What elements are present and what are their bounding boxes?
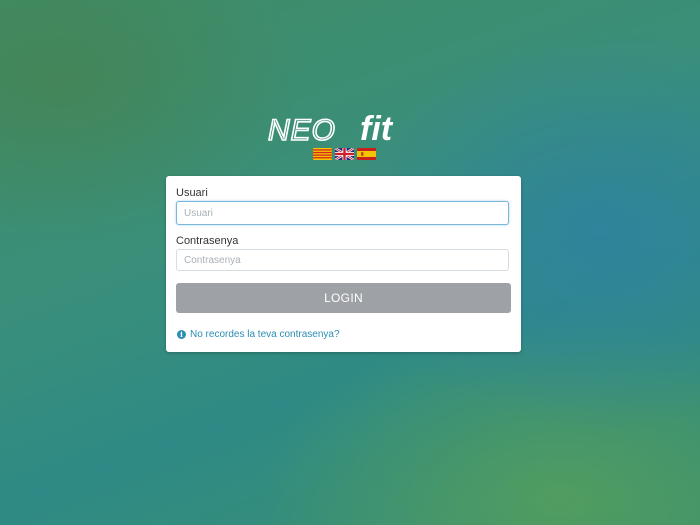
username-input[interactable] <box>176 201 509 225</box>
password-input[interactable] <box>176 249 509 271</box>
login-card: Usuari Contrasenya LOGIN i No recordes l… <box>166 176 521 352</box>
neofit-logo: NEO fit <box>267 110 394 144</box>
logo-neo-text: NEO <box>268 114 336 144</box>
password-label: Contrasenya <box>176 235 239 247</box>
catalan-flag-icon[interactable] <box>313 148 332 160</box>
username-label: Usuari <box>176 187 208 199</box>
forgot-password-link[interactable]: i No recordes la teva contrasenya? <box>177 329 340 340</box>
uk-flag-icon[interactable] <box>335 148 354 160</box>
spain-flag-icon[interactable] <box>357 148 376 160</box>
forgot-password-label: No recordes la teva contrasenya? <box>190 329 340 340</box>
logo-fit-text: fit <box>360 110 394 144</box>
language-selector <box>313 148 376 160</box>
login-button[interactable]: LOGIN <box>176 283 511 313</box>
info-icon: i <box>177 330 186 339</box>
